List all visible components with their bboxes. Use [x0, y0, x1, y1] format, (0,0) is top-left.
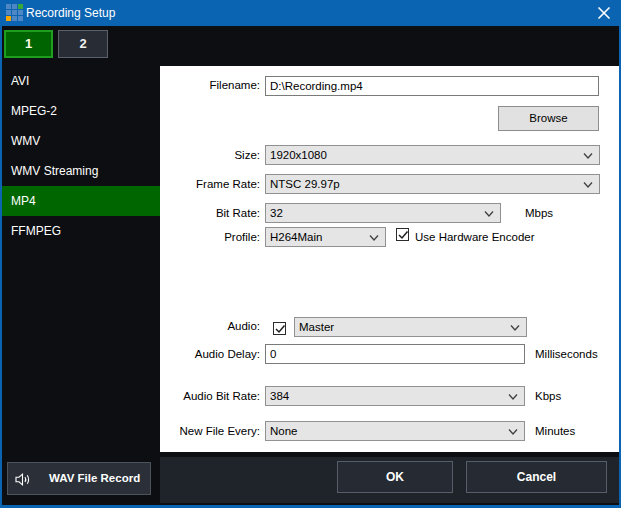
filename-label: Filename:	[160, 79, 260, 91]
tab-1[interactable]: 1	[4, 30, 53, 58]
close-icon	[596, 5, 612, 21]
settings-panel: Filename: D:\Recording.mp4 Browse Size: …	[160, 66, 619, 452]
sidebar-item-wmv[interactable]: WMV	[2, 126, 160, 156]
ok-button[interactable]: OK	[337, 461, 453, 493]
chevron-down-icon	[508, 392, 518, 402]
sidebar-item-ffmpeg[interactable]: FFMPEG	[2, 216, 160, 246]
audio-checkbox[interactable]	[273, 322, 286, 335]
window-title: Recording Setup	[26, 0, 115, 26]
checkmark-icon	[274, 323, 287, 336]
audio-select[interactable]: Master	[294, 317, 527, 337]
audio-label: Audio:	[160, 320, 260, 332]
vmix-logo-icon	[6, 4, 23, 21]
tab-2[interactable]: 2	[58, 30, 108, 58]
profile-value: H264Main	[270, 231, 322, 243]
frame-rate-select[interactable]: NTSC 29.97p	[265, 174, 600, 194]
format-list: AVI MPEG-2 WMV WMV Streaming MP4 FFMPEG	[2, 66, 160, 246]
size-select[interactable]: 1920x1080	[265, 145, 600, 165]
bit-rate-value: 32	[270, 207, 283, 219]
recording-setup-dialog: Recording Setup 1 2 AVI MPEG-2 WMV WMV S…	[0, 0, 621, 508]
sidebar-item-mp4[interactable]: MP4	[2, 186, 160, 216]
sidebar-item-wmv-streaming[interactable]: WMV Streaming	[2, 156, 160, 186]
checkmark-icon	[397, 229, 410, 242]
chevron-down-icon	[484, 209, 494, 219]
hardware-encoder-label: Use Hardware Encoder	[415, 231, 535, 243]
browse-button[interactable]: Browse	[498, 106, 599, 131]
audio-bit-rate-unit: Kbps	[535, 390, 561, 402]
new-file-every-unit: Minutes	[535, 425, 575, 437]
size-label: Size:	[160, 149, 260, 161]
audio-bit-rate-value: 384	[270, 390, 289, 402]
chevron-down-icon	[583, 151, 593, 161]
frame-rate-value: NTSC 29.97p	[270, 178, 340, 190]
frame-rate-label: Frame Rate:	[160, 178, 260, 190]
audio-delay-label: Audio Delay:	[160, 348, 260, 360]
hardware-encoder-checkbox[interactable]	[396, 228, 409, 241]
profile-select[interactable]: H264Main	[265, 227, 386, 247]
profile-label: Profile:	[160, 231, 260, 243]
bit-rate-unit: Mbps	[525, 207, 553, 219]
audio-bit-rate-label: Audio Bit Rate:	[160, 390, 260, 402]
size-value: 1920x1080	[270, 149, 327, 161]
chevron-down-icon	[369, 233, 379, 243]
audio-bit-rate-select[interactable]: 384	[265, 386, 525, 406]
sidebar-item-mpeg2[interactable]: MPEG-2	[2, 96, 160, 126]
chevron-down-icon	[508, 427, 518, 437]
chevron-down-icon	[583, 180, 593, 190]
new-file-every-value: None	[270, 425, 298, 437]
wav-file-record-button[interactable]: WAV File Record	[7, 462, 151, 495]
cancel-button[interactable]: Cancel	[466, 461, 607, 493]
filename-input[interactable]: D:\Recording.mp4	[265, 76, 599, 96]
new-file-every-select[interactable]: None	[265, 421, 525, 441]
title-bar[interactable]: Recording Setup	[0, 0, 621, 26]
bit-rate-label: Bit Rate:	[160, 207, 260, 219]
new-file-every-label: New File Every:	[160, 425, 260, 437]
bit-rate-select[interactable]: 32	[265, 203, 501, 223]
audio-delay-unit: Milliseconds	[535, 348, 598, 360]
audio-value: Master	[299, 321, 334, 333]
footer-bar: OK Cancel	[160, 457, 619, 503]
chevron-down-icon	[510, 323, 520, 333]
sidebar-item-avi[interactable]: AVI	[2, 66, 160, 96]
close-button[interactable]	[596, 5, 612, 21]
audio-delay-input[interactable]: 0	[265, 344, 525, 364]
speaker-icon	[15, 473, 34, 486]
